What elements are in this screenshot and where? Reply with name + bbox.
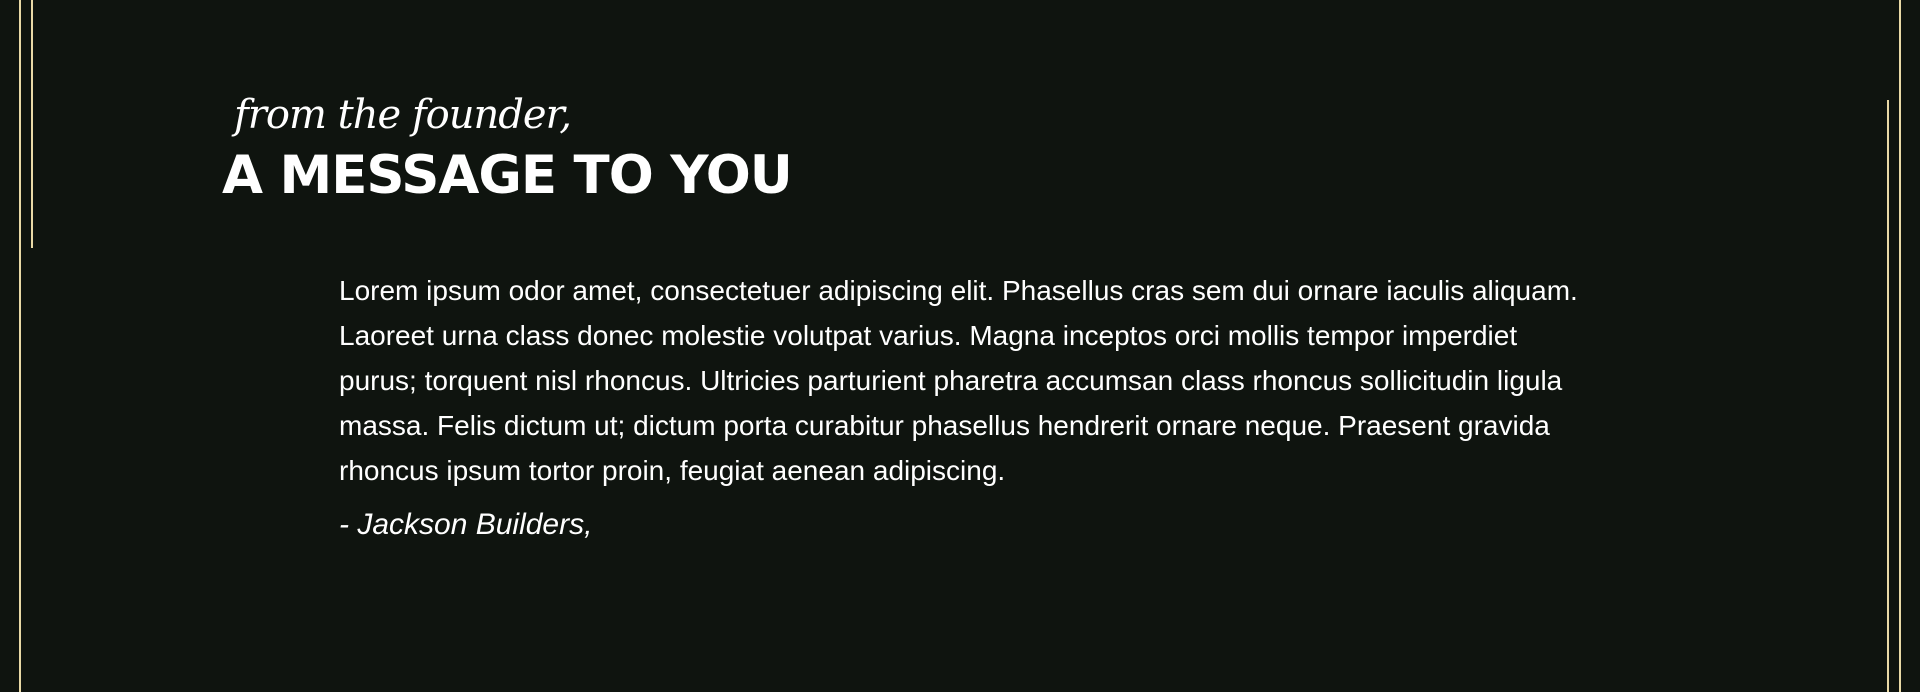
founder-message-body: Lorem ipsum odor amet, consectetuer adip…	[339, 268, 1579, 545]
section-heading: A MESSAGE TO YOU	[222, 145, 793, 206]
right-frame-line-inner	[1887, 100, 1889, 692]
left-frame-line-outer	[19, 0, 21, 692]
left-frame-line-inner	[31, 0, 33, 248]
message-paragraph: Lorem ipsum odor amet, consectetuer adip…	[339, 275, 1578, 486]
founder-signature: - Jackson Builders,	[339, 508, 593, 541]
right-frame-line-outer	[1899, 0, 1901, 692]
section-eyebrow: from the founder,	[234, 92, 572, 138]
founder-message-header: from the founder, A MESSAGE TO YOU	[222, 88, 1622, 208]
